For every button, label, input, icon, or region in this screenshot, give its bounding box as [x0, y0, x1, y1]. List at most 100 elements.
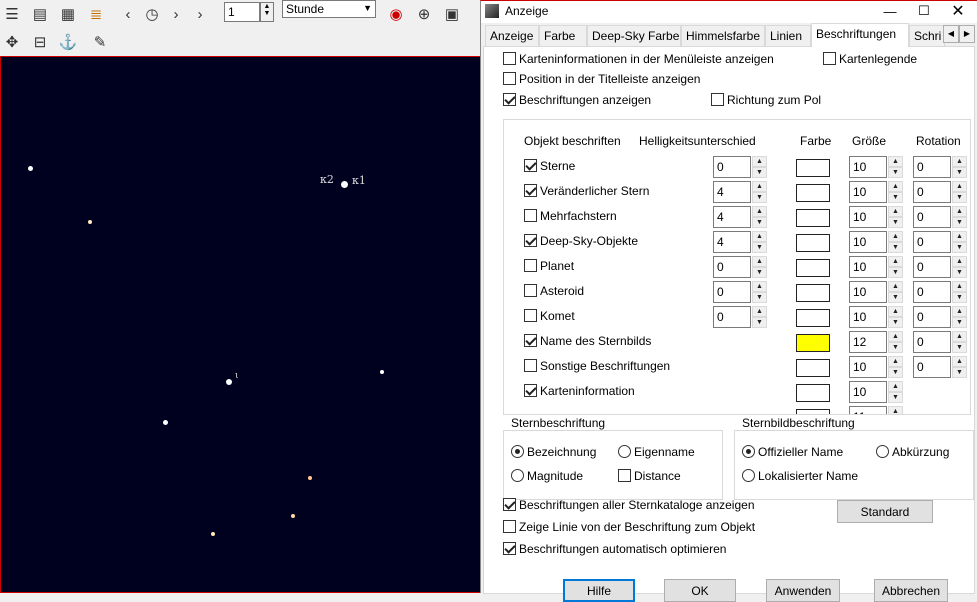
- rotation-spinner[interactable]: ▲ ▼: [952, 231, 967, 253]
- row-checkbox[interactable]: [524, 309, 537, 322]
- magdiff-spinner[interactable]: ▲ ▼: [752, 181, 767, 203]
- rotation-spinner[interactable]: ▲ ▼: [952, 281, 967, 303]
- row-checkbox[interactable]: [524, 359, 537, 372]
- tab-scroll-left-icon[interactable]: ◀: [943, 25, 959, 43]
- spin-up-icon[interactable]: ▲: [952, 306, 967, 317]
- localized-name-radio[interactable]: [742, 469, 755, 482]
- spin-up-icon[interactable]: ▲: [752, 206, 767, 217]
- spin-up-icon[interactable]: ▲: [952, 281, 967, 292]
- spin-down-icon[interactable]: ▼: [752, 192, 767, 203]
- minimize-icon[interactable]: —: [873, 1, 907, 21]
- magdiff-input[interactable]: 0: [713, 156, 751, 178]
- rotation-input[interactable]: 0: [913, 356, 951, 378]
- spin-up-icon[interactable]: ▲: [952, 206, 967, 217]
- spin-up-icon[interactable]: ▲: [888, 406, 903, 414]
- designation-radio[interactable]: [511, 445, 524, 458]
- spin-down-icon[interactable]: ▼: [952, 292, 967, 303]
- distance-checkbox[interactable]: [618, 469, 631, 482]
- spin-up-icon[interactable]: ▲: [952, 156, 967, 167]
- size-spinner[interactable]: ▲▼: [888, 181, 903, 203]
- layers-icon[interactable]: ≣: [84, 3, 108, 25]
- color-swatch[interactable]: [796, 259, 830, 277]
- star[interactable]: [291, 514, 295, 518]
- spin-down-icon[interactable]: ▼: [888, 167, 903, 178]
- color-swatch[interactable]: [796, 234, 830, 252]
- rotation-spinner[interactable]: ▲ ▼: [952, 156, 967, 178]
- size-input[interactable]: 10: [849, 231, 887, 253]
- spin-down-icon[interactable]: ▼: [752, 167, 767, 178]
- star[interactable]: [163, 420, 168, 425]
- color-swatch[interactable]: [796, 409, 830, 414]
- row-checkbox[interactable]: [524, 334, 537, 347]
- color-swatch[interactable]: [796, 384, 830, 402]
- size-spinner[interactable]: ▲▼: [888, 356, 903, 378]
- anchor-icon[interactable]: ⚓: [56, 31, 80, 53]
- apply-button[interactable]: Anwenden: [766, 579, 840, 602]
- star-kappa1[interactable]: [341, 181, 348, 188]
- size-input[interactable]: 11: [849, 406, 887, 414]
- close-icon[interactable]: ✕: [941, 1, 975, 21]
- time-step-spinner[interactable]: ▲ ▼: [260, 2, 274, 22]
- row-checkbox[interactable]: [524, 159, 537, 172]
- maximize-icon[interactable]: ☐: [907, 1, 941, 21]
- rotation-input[interactable]: 0: [913, 206, 951, 228]
- magdiff-spinner[interactable]: ▲ ▼: [752, 231, 767, 253]
- spin-down-icon[interactable]: ▼: [952, 217, 967, 228]
- move-icon[interactable]: ✥: [0, 31, 24, 53]
- star[interactable]: [211, 532, 215, 536]
- rotation-input[interactable]: 0: [913, 306, 951, 328]
- color-swatch[interactable]: [796, 359, 830, 377]
- magdiff-spinner[interactable]: ▲ ▼: [752, 156, 767, 178]
- spin-down-icon[interactable]: ▼: [888, 267, 903, 278]
- magnitude-radio[interactable]: [511, 469, 524, 482]
- spin-down-icon[interactable]: ▼: [888, 342, 903, 353]
- size-input[interactable]: 12: [849, 331, 887, 353]
- rotation-spinner[interactable]: ▲ ▼: [952, 206, 967, 228]
- tab-linien[interactable]: Linien: [765, 25, 811, 46]
- spin-up-icon[interactable]: ▲: [952, 356, 967, 367]
- tab-schrift[interactable]: Schri: [909, 25, 945, 46]
- line-to-object-checkbox[interactable]: [503, 520, 516, 533]
- size-spinner[interactable]: ▲▼: [888, 231, 903, 253]
- star-iota[interactable]: [226, 379, 232, 385]
- spin-down-icon[interactable]: ▼: [952, 317, 967, 328]
- tab-farbe[interactable]: Farbe: [539, 25, 587, 46]
- spin-up-icon[interactable]: ▲: [752, 156, 767, 167]
- tab-deep-sky-farbe[interactable]: Deep-Sky Farbe: [587, 25, 681, 46]
- row-checkbox[interactable]: [524, 259, 537, 272]
- color-swatch[interactable]: [796, 184, 830, 202]
- rotation-spinner[interactable]: ▲ ▼: [952, 256, 967, 278]
- all-catalogs-checkbox[interactable]: [503, 498, 516, 511]
- magdiff-spinner[interactable]: ▲ ▼: [752, 256, 767, 278]
- spin-up-icon[interactable]: ▲: [752, 281, 767, 292]
- row-checkbox[interactable]: [524, 284, 537, 297]
- magdiff-input[interactable]: 0: [713, 281, 751, 303]
- pole-direction-checkbox[interactable]: [711, 93, 724, 106]
- spin-up-icon[interactable]: ▲: [752, 256, 767, 267]
- spin-up-icon[interactable]: ▲: [888, 206, 903, 217]
- tab-himmelsfarbe[interactable]: Himmelsfarbe: [681, 25, 765, 46]
- rotation-input[interactable]: 0: [913, 181, 951, 203]
- spin-down-icon[interactable]: ▼: [752, 217, 767, 228]
- star[interactable]: [88, 220, 92, 224]
- menu-info-checkbox[interactable]: [503, 52, 516, 65]
- spin-down-icon[interactable]: ▼: [752, 242, 767, 253]
- rotation-input[interactable]: 0: [913, 231, 951, 253]
- calendar-icon[interactable]: ▦: [56, 3, 80, 25]
- camera-icon[interactable]: ▣: [440, 3, 464, 25]
- magdiff-spinner[interactable]: ▲ ▼: [752, 306, 767, 328]
- auto-optimize-checkbox[interactable]: [503, 542, 516, 555]
- list-icon[interactable]: ▤: [28, 3, 52, 25]
- magdiff-input[interactable]: 0: [713, 256, 751, 278]
- spin-down-icon[interactable]: ▼: [888, 217, 903, 228]
- sky-chart[interactable]: κ2 κ1 ι: [0, 56, 482, 593]
- legend-checkbox[interactable]: [823, 52, 836, 65]
- title-position-checkbox[interactable]: [503, 72, 516, 85]
- size-spinner[interactable]: ▲▼: [888, 381, 903, 403]
- rotation-spinner[interactable]: ▲ ▼: [952, 331, 967, 353]
- next-icon[interactable]: ›: [188, 3, 212, 25]
- rotation-spinner[interactable]: ▲ ▼: [952, 181, 967, 203]
- spin-up-icon[interactable]: ▲: [952, 181, 967, 192]
- color-swatch[interactable]: [796, 159, 830, 177]
- size-input[interactable]: 10: [849, 306, 887, 328]
